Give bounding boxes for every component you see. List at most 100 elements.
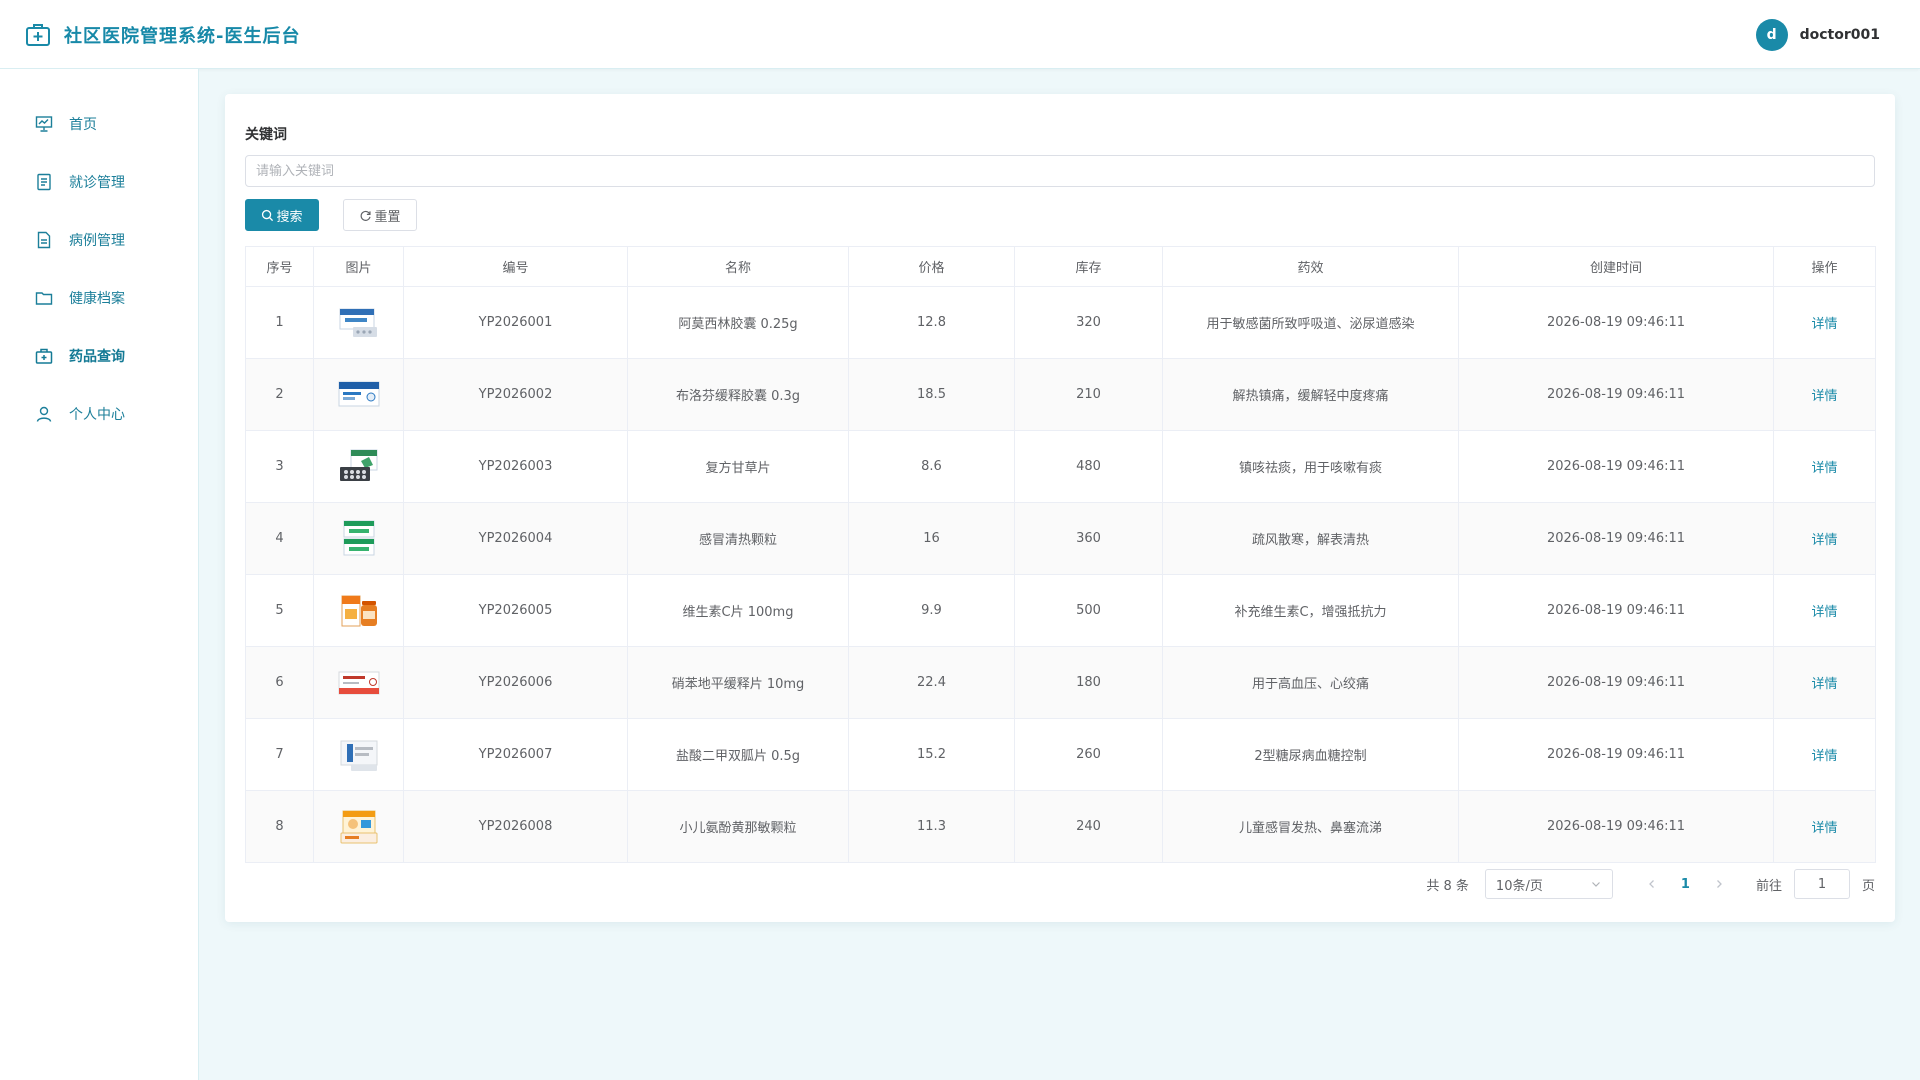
search-actions: 搜索 重置 bbox=[245, 199, 1875, 231]
action-cell: 详情 bbox=[1773, 358, 1876, 431]
medicine-box-image bbox=[338, 671, 379, 694]
medicine-effect: 2型糖尿病血糖控制 bbox=[1162, 718, 1459, 791]
medicine-image-cell bbox=[313, 358, 404, 431]
medicine-image-cell bbox=[313, 718, 404, 791]
row-index: 5 bbox=[245, 574, 314, 647]
medicine-effect: 用于高血压、心绞痛 bbox=[1162, 646, 1459, 719]
medical-kit-icon bbox=[26, 24, 50, 46]
medicine-box-image bbox=[340, 740, 377, 771]
medicine-code: YP2026002 bbox=[403, 358, 628, 431]
search-icon bbox=[262, 209, 274, 221]
medicine-stock: 320 bbox=[1014, 286, 1163, 359]
chevron-left-icon[interactable] bbox=[1645, 877, 1659, 891]
action-cell: 详情 bbox=[1773, 718, 1876, 791]
medicine-image-cell bbox=[313, 502, 404, 575]
medicine-price: 15.2 bbox=[848, 718, 1015, 791]
brand: 社区医院管理系统-医生后台 bbox=[24, 20, 300, 50]
medicine-name: 布洛芬缓释胶囊 0.3g bbox=[627, 358, 849, 431]
medicine-box-image bbox=[340, 810, 377, 843]
detail-link[interactable]: 详情 bbox=[1811, 389, 1837, 404]
medicine-kit-icon bbox=[35, 348, 53, 364]
column-header: 库存 bbox=[1014, 246, 1163, 287]
sidebar-item-cases[interactable]: 病例管理 bbox=[0, 211, 198, 269]
table-row: 3 YP2026003 复方甘草片 8.6 480 镇咳祛痰，用于咳嗽有痰 20… bbox=[245, 430, 1876, 503]
medicine-image-cell bbox=[313, 646, 404, 719]
table-row: 7 YP2026007 盐酸二甲双胍片 0.5g 15.2 260 2型糖尿病血… bbox=[245, 718, 1876, 791]
goto-label: 前往 bbox=[1755, 878, 1782, 894]
medicine-price: 8.6 bbox=[848, 430, 1015, 503]
file-icon bbox=[37, 231, 51, 249]
dashboard-icon bbox=[35, 116, 53, 132]
column-header: 操作 bbox=[1773, 246, 1876, 287]
medicine-image-cell bbox=[313, 790, 404, 863]
medicine-price: 9.9 bbox=[848, 574, 1015, 647]
sidebar-item-home[interactable]: 首页 bbox=[0, 95, 198, 153]
page-number-current[interactable]: 1 bbox=[1681, 877, 1690, 892]
medicine-image-cell bbox=[313, 286, 404, 359]
medicine-name: 盐酸二甲双胍片 0.5g bbox=[627, 718, 849, 791]
sidebar-item-medicine-query[interactable]: 药品查询 bbox=[0, 327, 198, 385]
detail-link[interactable]: 详情 bbox=[1811, 605, 1837, 620]
table-row: 6 YP2026006 硝苯地平缓释片 10mg 22.4 180 用于高血压、… bbox=[245, 646, 1876, 719]
row-index: 1 bbox=[245, 286, 314, 359]
top-header: 社区医院管理系统-医生后台 d doctor001 bbox=[0, 0, 1920, 69]
detail-link[interactable]: 详情 bbox=[1811, 749, 1837, 764]
medicine-price: 16 bbox=[848, 502, 1015, 575]
sidebar-item-health-records[interactable]: 健康档案 bbox=[0, 269, 198, 327]
chevron-right-icon[interactable] bbox=[1712, 877, 1726, 891]
column-header: 图片 bbox=[313, 246, 404, 287]
goto-page-input[interactable] bbox=[1793, 869, 1850, 899]
medicine-stock: 210 bbox=[1014, 358, 1163, 431]
medicine-price: 18.5 bbox=[848, 358, 1015, 431]
reset-button[interactable]: 重置 bbox=[343, 199, 417, 231]
username[interactable]: doctor001 bbox=[1800, 27, 1880, 43]
action-cell: 详情 bbox=[1773, 286, 1876, 359]
medicine-effect: 镇咳祛痰，用于咳嗽有痰 bbox=[1162, 430, 1459, 503]
detail-link[interactable]: 详情 bbox=[1811, 317, 1837, 332]
column-header: 名称 bbox=[627, 246, 849, 287]
page-size-select[interactable]: 10条/页 bbox=[1484, 869, 1613, 899]
table-row: 5 YP2026005 维生素C片 100mg 9.9 500 补充维生素C，增… bbox=[245, 574, 1876, 647]
sidebar-item-profile[interactable]: 个人中心 bbox=[0, 385, 198, 443]
keyword-label: 关键词 bbox=[245, 127, 287, 143]
chevron-down-icon bbox=[1591, 882, 1600, 887]
sidebar-item-label: 药品查询 bbox=[69, 349, 125, 365]
table-row: 1 YP2026001 阿莫西林胶囊 0.25g 12.8 320 用于敏感菌所… bbox=[245, 286, 1876, 359]
detail-link[interactable]: 详情 bbox=[1811, 821, 1837, 836]
table-header-row: 序号 图片 编号 名称 价格 库存 药效 创建时间 操作 bbox=[245, 246, 1876, 287]
medicine-stock: 260 bbox=[1014, 718, 1163, 791]
medicine-stock: 360 bbox=[1014, 502, 1163, 575]
column-header: 创建时间 bbox=[1458, 246, 1774, 287]
medicine-box-image bbox=[338, 381, 379, 406]
medicine-price: 12.8 bbox=[848, 286, 1015, 359]
row-index: 4 bbox=[245, 502, 314, 575]
column-header: 价格 bbox=[848, 246, 1015, 287]
search-button[interactable]: 搜索 bbox=[245, 199, 319, 231]
page-size-value: 10条/页 bbox=[1495, 878, 1543, 894]
created-time: 2026-08-19 09:46:11 bbox=[1458, 430, 1774, 503]
pagination: 共 8 条 10条/页 1 前往 页 bbox=[1426, 869, 1875, 899]
sidebar-item-label: 个人中心 bbox=[69, 407, 125, 423]
document-icon bbox=[37, 173, 51, 191]
medicine-stock: 480 bbox=[1014, 430, 1163, 503]
medicine-name: 维生素C片 100mg bbox=[627, 574, 849, 647]
medicine-code: YP2026005 bbox=[403, 574, 628, 647]
sidebar-item-label: 健康档案 bbox=[69, 291, 125, 307]
user-menu[interactable]: d doctor001 bbox=[1755, 19, 1880, 51]
column-header: 序号 bbox=[245, 246, 314, 287]
keyword-input[interactable] bbox=[245, 155, 1875, 187]
medicine-box-image bbox=[339, 449, 377, 481]
avatar[interactable]: d bbox=[1755, 19, 1788, 51]
medicine-code: YP2026008 bbox=[403, 790, 628, 863]
medicine-name: 感冒清热颗粒 bbox=[627, 502, 849, 575]
sidebar-item-label: 就诊管理 bbox=[69, 175, 125, 191]
medicine-stock: 180 bbox=[1014, 646, 1163, 719]
detail-link[interactable]: 详情 bbox=[1811, 533, 1837, 548]
created-time: 2026-08-19 09:46:11 bbox=[1458, 646, 1774, 719]
sidebar-item-visits[interactable]: 就诊管理 bbox=[0, 153, 198, 211]
action-cell: 详情 bbox=[1773, 502, 1876, 575]
detail-link[interactable]: 详情 bbox=[1811, 461, 1837, 476]
detail-link[interactable]: 详情 bbox=[1811, 677, 1837, 692]
reset-button-label: 重置 bbox=[374, 209, 401, 225]
medicine-effect: 解热镇痛，缓解轻中度疼痛 bbox=[1162, 358, 1459, 431]
